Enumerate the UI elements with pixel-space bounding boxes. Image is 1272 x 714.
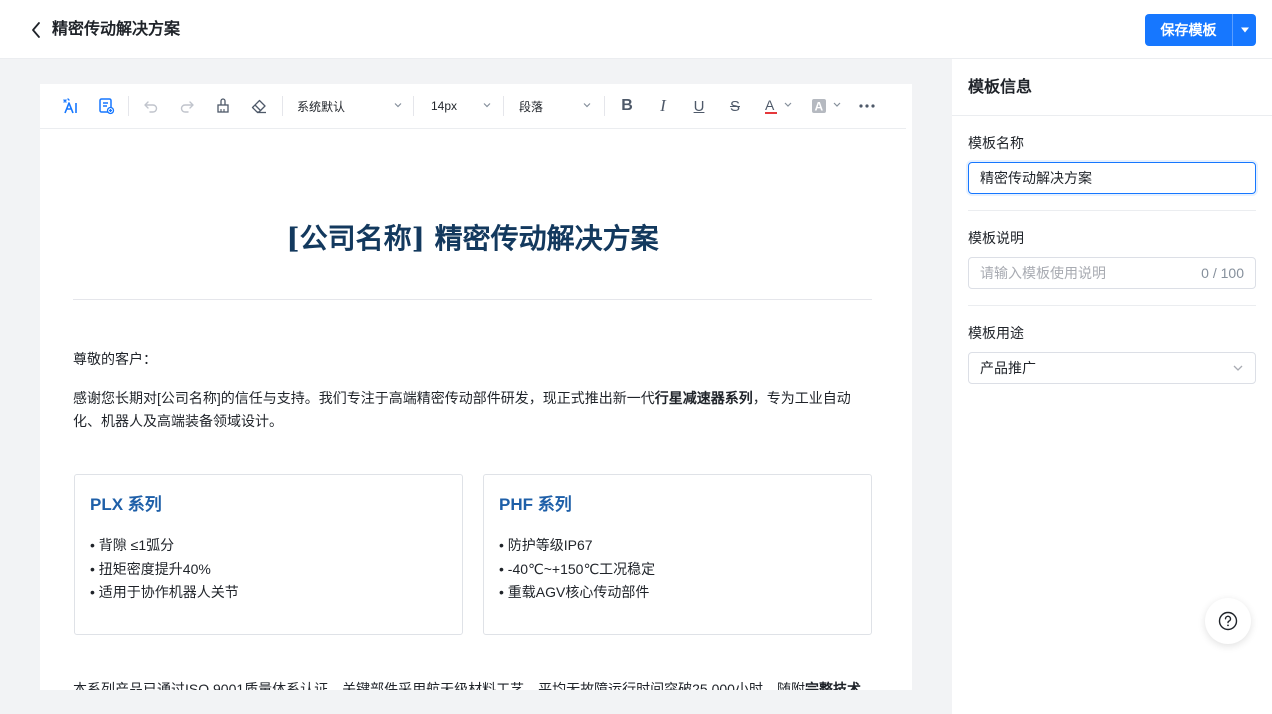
back-arrow-icon[interactable]: [24, 16, 48, 44]
document-greeting[interactable]: 尊敬的客户：: [73, 349, 157, 369]
product-card-plx[interactable]: PLX 系列 • 背隙 ≤1弧分 • 扭矩密度提升40% • 适用于协作机器人关…: [74, 474, 463, 635]
highlight-color-picker[interactable]: A: [807, 94, 845, 118]
bold-icon[interactable]: B: [616, 94, 638, 118]
template-usage-value: 产品推广: [980, 360, 1036, 376]
card-feature-list: • 防护等级IP67 • -40℃~+150℃工况稳定 • 重载AGV核心传动部…: [499, 534, 655, 605]
chevron-down-icon: [583, 103, 591, 108]
chevron-down-icon: [394, 103, 402, 108]
product-card-phf[interactable]: PHF 系列 • 防护等级IP67 • -40℃~+150℃工况稳定 • 重载A…: [483, 474, 872, 635]
panel-title: 模板信息: [968, 79, 1033, 96]
template-description-input[interactable]: 请输入模板使用说明 0 / 100: [968, 257, 1256, 289]
document-divider: [73, 299, 872, 300]
template-save-icon[interactable]: [95, 94, 117, 118]
document-title[interactable]: [公司名称] 精密传动解决方案: [73, 222, 872, 256]
question-mark-icon: [1218, 611, 1238, 631]
font-family-value: 系统默认: [297, 99, 346, 114]
chevron-down-icon: [483, 103, 491, 108]
redo-icon[interactable]: [176, 94, 198, 118]
caret-down-icon: [1240, 27, 1249, 33]
help-button[interactable]: [1205, 598, 1251, 644]
save-dropdown-button[interactable]: [1232, 14, 1256, 46]
rich-text-editor: 系统默认 14px 段落 B I U S A A [公司名称] 精密传动解决方案…: [40, 84, 912, 690]
template-usage-select[interactable]: 产品推广: [968, 352, 1256, 384]
template-name-value: 精密传动解决方案: [980, 170, 1092, 186]
list-item: • 扭矩密度提升40%: [90, 560, 211, 577]
editor-toolbar: 系统默认 14px 段落 B I U S A A: [40, 84, 906, 129]
font-color-picker[interactable]: A: [761, 94, 797, 118]
undo-icon[interactable]: [140, 94, 162, 118]
panel-header: 模板信息: [952, 59, 1272, 116]
bottom-text: 本系列产品已通过ISO 9001质量体系认证，关键部件采用航天级材料工艺，平均无…: [73, 681, 805, 690]
ai-write-icon[interactable]: [60, 94, 82, 118]
toolbar-divider: [413, 96, 414, 116]
template-name-input[interactable]: 精密传动解决方案: [968, 162, 1256, 194]
toolbar-divider: [128, 96, 129, 116]
underline-icon[interactable]: U: [688, 94, 710, 118]
card-title: PLX 系列: [90, 495, 162, 514]
font-size-select[interactable]: 14px: [431, 94, 492, 118]
toolbar-divider: [282, 96, 283, 116]
panel-divider: [968, 210, 1256, 211]
description-placeholder: 请输入模板使用说明: [980, 265, 1106, 281]
intro-bold-text: 行星减速器系列: [654, 390, 753, 406]
list-item: • 适用于协作机器人关节: [90, 584, 239, 600]
page-title: 精密传动解决方案: [52, 21, 181, 38]
paragraph-style-value: 段落: [519, 99, 544, 114]
chevron-down-icon: [1233, 365, 1243, 371]
save-template-button[interactable]: 保存模板: [1145, 14, 1232, 46]
italic-icon[interactable]: I: [652, 94, 674, 118]
list-item: • 重载AGV核心传动部件: [499, 584, 650, 600]
eraser-clear-format-icon[interactable]: [248, 94, 270, 118]
list-item: • 背隙 ≤1弧分: [90, 537, 175, 553]
list-item: • 防护等级IP67: [499, 537, 593, 553]
card-feature-list: • 背隙 ≤1弧分 • 扭矩密度提升40% • 适用于协作机器人关节: [90, 534, 239, 605]
template-usage-label: 模板用途: [968, 325, 1024, 341]
document-intro-paragraph[interactable]: 感谢您长期对[公司名称]的信任与支持。我们专注于高端精密传动部件研发，现正式推出…: [73, 387, 872, 433]
toolbar-divider: [604, 96, 605, 116]
font-color-icon: A: [765, 97, 792, 114]
template-name-label: 模板名称: [968, 135, 1024, 151]
strikethrough-icon[interactable]: S: [724, 94, 746, 118]
list-item: • -40℃~+150℃工况稳定: [499, 560, 656, 577]
format-painter-icon[interactable]: [212, 94, 234, 118]
intro-text: 感谢您长期对[公司名称]的信任与支持。我们专注于高端精密传动部件研发，现正式推出…: [73, 390, 655, 406]
svg-text:A: A: [765, 97, 775, 113]
highlight-color-icon: A: [812, 99, 841, 114]
document-bottom-paragraph[interactable]: 本系列产品已通过ISO 9001质量体系认证，关键部件采用航天级材料工艺，平均无…: [73, 679, 872, 690]
svg-text:A: A: [815, 100, 824, 114]
panel-divider: [968, 305, 1256, 306]
bottom-bold-text: 完整技术: [804, 681, 861, 690]
paragraph-style-select[interactable]: 段落: [519, 94, 592, 118]
save-button-group: 保存模板: [1145, 14, 1256, 46]
font-size-value: 14px: [431, 99, 458, 113]
toolbar-divider: [503, 96, 504, 116]
top-bar: 精密传动解决方案 保存模板: [0, 0, 1272, 59]
font-family-select[interactable]: 系统默认: [297, 94, 403, 118]
description-char-count: 0 / 100: [1201, 265, 1244, 281]
card-title: PHF 系列: [499, 495, 572, 514]
more-options-icon[interactable]: [856, 94, 878, 118]
template-description-label: 模板说明: [968, 230, 1024, 246]
